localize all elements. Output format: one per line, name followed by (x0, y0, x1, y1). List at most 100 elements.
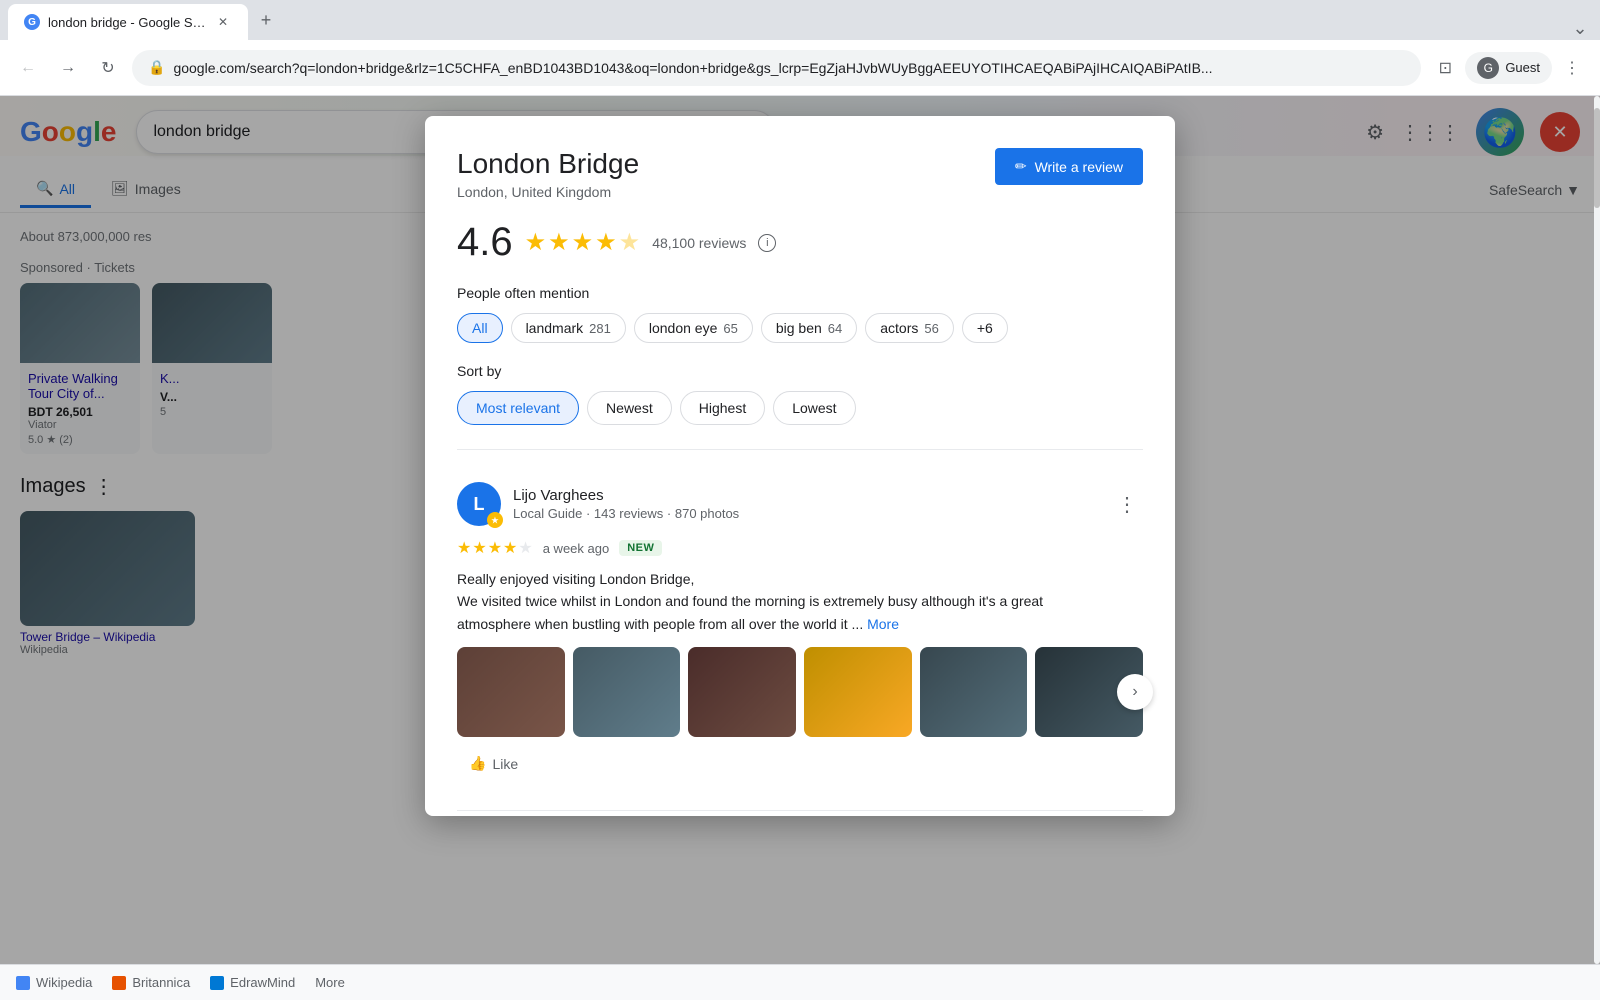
reviews-count: 48,100 reviews (652, 235, 746, 251)
review-menu-button[interactable]: ⋮ (1111, 488, 1143, 520)
wikipedia-source-icon (16, 976, 30, 990)
bottom-source-edrawmind[interactable]: EdrawMind (210, 975, 295, 990)
review-line-2: We visited twice whilst in London and fo… (457, 593, 1043, 609)
star-4: ★ (595, 228, 617, 257)
bottom-bar: Wikipedia Britannica EdrawMind More (0, 964, 1600, 1000)
divider-1 (457, 449, 1143, 450)
review-star-1: ★ (457, 538, 471, 558)
review-rating-row: ★ ★ ★ ★ ★ a week ago NEW (457, 538, 1143, 558)
page-content: Google london bridge ✕ 🎤 🔍 🔍 ⚙ ⋮⋮⋮ 🌍 ✕ (0, 96, 1600, 964)
sort-highest[interactable]: Highest (680, 391, 765, 425)
tab-close-button[interactable]: ✕ (214, 13, 232, 31)
sort-row: Most relevant Newest Highest Lowest (457, 391, 1143, 425)
bottom-source-wikipedia[interactable]: Wikipedia (16, 975, 92, 990)
chip-more-label: +6 (977, 320, 993, 336)
modal-title: London Bridge (457, 148, 639, 180)
sort-newest[interactable]: Newest (587, 391, 672, 425)
tab-title: london bridge - Google Searc... (48, 15, 206, 30)
reviewer-name: Lijo Varghees (513, 487, 1099, 504)
guest-label: Guest (1505, 60, 1540, 75)
modal-header: London Bridge London, United Kingdom ✏ W… (457, 148, 1143, 200)
chip-all[interactable]: All (457, 313, 503, 343)
chip-london-eye[interactable]: london eye 65 (634, 313, 753, 343)
reviewer-avatar: L ★ (457, 482, 501, 526)
britannica-source-icon (112, 976, 126, 990)
edrawmind-source-label: EdrawMind (230, 975, 295, 990)
browser-window: G london bridge - Google Searc... ✕ + ⌄ … (0, 0, 1600, 1000)
chip-landmark-label: landmark (526, 320, 584, 336)
tab-strip-expand[interactable]: ⌄ (1568, 16, 1592, 40)
review-photo-5[interactable] (920, 647, 1028, 737)
modal-title-block: London Bridge London, United Kingdom (457, 148, 639, 200)
active-tab[interactable]: G london bridge - Google Searc... ✕ (8, 4, 248, 40)
review-photo-1[interactable] (457, 647, 565, 737)
reviews-modal: London Bridge London, United Kingdom ✏ W… (425, 116, 1175, 816)
review-star-5: ★ (518, 538, 532, 558)
chip-landmark[interactable]: landmark 281 (511, 313, 626, 343)
local-guide-badge: ★ (487, 512, 503, 528)
chip-actors-label: actors (880, 320, 918, 336)
new-badge: NEW (619, 540, 662, 556)
overlay-background: London Bridge London, United Kingdom ✏ W… (0, 96, 1600, 964)
write-review-button[interactable]: ✏ Write a review (995, 148, 1143, 185)
review-more-link[interactable]: More (867, 616, 899, 632)
review-line-3: atmosphere when bustling with people fro… (457, 616, 863, 632)
url-bar[interactable]: 🔒 google.com/search?q=london+bridge&rlz=… (132, 50, 1421, 86)
review-date: a week ago (543, 541, 610, 556)
chip-actors-count: 56 (924, 321, 938, 336)
bottom-more-label[interactable]: More (315, 975, 345, 990)
sort-most-relevant[interactable]: Most relevant (457, 391, 579, 425)
sidebar-toggle[interactable]: ⊡ (1429, 52, 1461, 84)
wikipedia-source-label: Wikipedia (36, 975, 92, 990)
modal-scrollbar-thumb[interactable] (1594, 108, 1600, 208)
modal-scrollbar-track[interactable] (1594, 96, 1600, 964)
review-photo-3[interactable] (688, 647, 796, 737)
britannica-source-label: Britannica (132, 975, 190, 990)
review-photo-2[interactable] (573, 647, 681, 737)
star-2: ★ (548, 228, 570, 257)
chip-actors[interactable]: actors 56 (865, 313, 954, 343)
guest-profile-button[interactable]: G Guest (1465, 52, 1552, 84)
like-label: Like (492, 756, 518, 772)
bottom-source-britannica[interactable]: Britannica (112, 975, 190, 990)
chip-big-ben[interactable]: big ben 64 (761, 313, 857, 343)
chip-london-eye-count: 65 (723, 321, 737, 336)
chip-landmark-count: 281 (589, 321, 611, 336)
review-photos: › (457, 647, 1143, 737)
photos-next-button[interactable]: › (1117, 674, 1153, 710)
review-star-3: ★ (488, 538, 502, 558)
review-actions: 👍 Like (457, 749, 1143, 778)
tab-favicon: G (24, 14, 40, 30)
browser-more-button[interactable]: ⋮ (1556, 52, 1588, 84)
info-icon[interactable]: i (758, 234, 776, 252)
chip-big-ben-label: big ben (776, 320, 822, 336)
modal-subtitle: London, United Kingdom (457, 184, 639, 200)
tab-bar: G london bridge - Google Searc... ✕ + ⌄ (0, 0, 1600, 40)
write-review-label: Write a review (1035, 159, 1123, 175)
thumbs-up-icon: 👍 (469, 755, 486, 772)
review-line-1: Really enjoyed visiting London Bridge, (457, 571, 694, 587)
rating-stars: ★ ★ ★ ★ ★ (525, 228, 641, 257)
forward-button[interactable]: → (52, 52, 84, 84)
reviewer-info: Lijo Varghees Local Guide · 143 reviews … (513, 487, 1099, 521)
sort-lowest[interactable]: Lowest (773, 391, 855, 425)
divider-2 (457, 810, 1143, 811)
star-5: ★ (619, 228, 641, 257)
guest-avatar: G (1477, 57, 1499, 79)
star-1: ★ (525, 228, 547, 257)
reviewer-initial: L (474, 494, 485, 515)
new-tab-button[interactable]: + (252, 6, 280, 34)
review-stars: ★ ★ ★ ★ ★ (457, 538, 533, 558)
chip-more[interactable]: +6 (962, 313, 1008, 343)
chip-big-ben-count: 64 (828, 321, 842, 336)
review-star-2: ★ (472, 538, 486, 558)
star-3: ★ (572, 228, 594, 257)
review-photo-4[interactable] (804, 647, 912, 737)
back-button[interactable]: ← (12, 52, 44, 84)
reload-button[interactable]: ↻ (92, 52, 124, 84)
reviewer-meta: Local Guide · 143 reviews · 870 photos (513, 506, 1099, 521)
mention-chips: All landmark 281 london eye 65 big ben 6… (457, 313, 1143, 343)
edrawmind-source-icon (210, 976, 224, 990)
chip-all-label: All (472, 320, 488, 336)
like-button[interactable]: 👍 Like (457, 749, 530, 778)
